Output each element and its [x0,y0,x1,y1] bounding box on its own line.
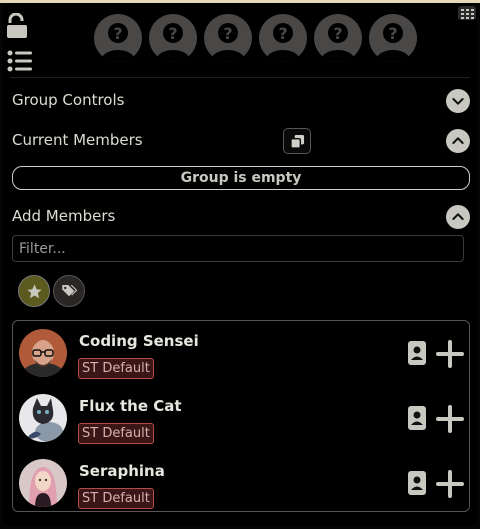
favorites-filter-button[interactable] [18,275,50,307]
svg-text:?: ? [278,24,287,43]
id-card-icon[interactable] [408,341,426,365]
current-members-label[interactable]: Current Members [12,131,143,149]
svg-text:?: ? [223,24,232,43]
add-icon[interactable] [435,404,465,434]
character-name: Flux the Cat [79,397,182,415]
add-icon[interactable] [435,339,465,369]
avatar [19,329,67,377]
star-icon [26,283,42,298]
character-tag: ST Default [78,423,154,444]
character-name: Seraphina [79,462,165,480]
list-item[interactable]: Coding Sensei ST Default [13,324,469,384]
svg-text:?: ? [333,24,342,43]
avatar-placeholder: ? [149,14,197,62]
add-members-label[interactable]: Add Members [12,207,115,225]
character-name: Coding Sensei [79,332,199,350]
group-controls-label[interactable]: Group Controls [12,91,124,109]
svg-text:?: ? [113,24,122,43]
avatar-placeholder: ? [259,14,307,62]
avatar [19,394,67,442]
copy-icon[interactable] [283,128,311,154]
divider [10,77,470,78]
tags-filter-button[interactable] [53,275,85,307]
group-avatar-strip: ? ? ? ? ? ? [94,14,417,62]
list-item[interactable]: Flux the Cat ST Default [13,389,469,449]
character-list: Coding Sensei ST Default Flux the Cat ST… [12,320,470,512]
avatar-placeholder: ? [204,14,252,62]
list-item[interactable]: Seraphina ST Default [13,454,469,514]
svg-text:?: ? [168,24,177,43]
lock-open-icon[interactable] [6,13,28,39]
group-empty-message: Group is empty [12,166,470,190]
filter-input[interactable] [12,235,464,262]
avatar-placeholder: ? [369,14,417,62]
list-icon[interactable] [7,50,33,72]
character-tag: ST Default [78,358,154,379]
grid-icon[interactable] [458,6,476,20]
tags-icon [62,285,78,297]
chevron-up-icon[interactable] [446,205,470,229]
avatar-placeholder: ? [94,14,142,62]
id-card-icon[interactable] [408,406,426,430]
chevron-up-icon[interactable] [446,129,470,153]
svg-text:?: ? [388,24,397,43]
character-tag: ST Default [78,488,154,509]
avatar [19,459,67,507]
avatar-placeholder: ? [314,14,362,62]
add-icon[interactable] [435,469,465,499]
chevron-down-icon[interactable] [446,89,470,113]
id-card-icon[interactable] [408,471,426,495]
